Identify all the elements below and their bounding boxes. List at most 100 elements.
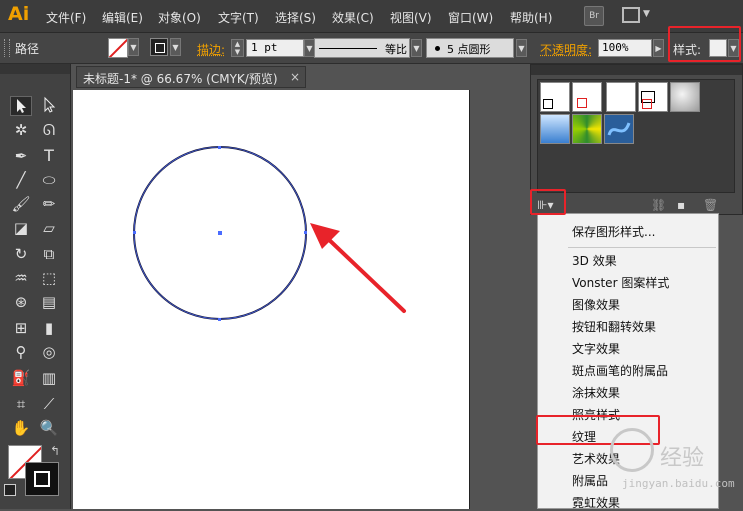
menu-item-text-effects[interactable]: 文字效果	[572, 340, 620, 357]
tools-panel-header[interactable]	[0, 64, 70, 74]
fill-color-swatch[interactable]	[108, 38, 128, 58]
menu-object[interactable]: 对象(O)	[158, 9, 201, 26]
swap-fill-stroke-icon[interactable]: ↰	[50, 444, 60, 458]
style-swatch-green-pattern[interactable]	[572, 114, 602, 144]
workspace-switcher-icon[interactable]	[622, 7, 640, 23]
style-swatch-outline[interactable]	[638, 82, 668, 112]
styles-swatch-area	[537, 79, 735, 193]
brush-label: 5 点圆形	[447, 43, 491, 56]
menu-item-additive[interactable]: 附属品	[572, 472, 608, 489]
break-link-icon[interactable]: ⛓	[651, 198, 666, 212]
panel-grip-icon[interactable]	[4, 39, 10, 57]
stroke-dropdown-arrow[interactable]: ▼	[170, 38, 181, 56]
perspective-grid-tool-icon[interactable]: ▤	[38, 292, 60, 312]
opacity-panel-link[interactable]: 不透明度:	[540, 41, 592, 58]
watermark-text: 经验	[660, 446, 705, 471]
column-graph-tool-icon[interactable]: ▥	[38, 368, 60, 388]
blend-tool-icon[interactable]: ◎	[38, 342, 60, 362]
magic-wand-tool-icon[interactable]: ✲	[10, 120, 32, 140]
panel-header[interactable]	[531, 65, 742, 75]
warp-tool-icon[interactable]: ♒	[10, 268, 32, 288]
stroke-weight-input[interactable]: 1 pt	[246, 39, 304, 57]
mesh-tool-icon[interactable]: ⊞	[10, 318, 32, 338]
menu-file[interactable]: 文件(F)	[46, 9, 86, 26]
trash-icon[interactable]: 🗑	[703, 198, 718, 212]
scale-tool-icon[interactable]: ⧉	[38, 244, 60, 264]
menu-type[interactable]: 文字(T)	[218, 9, 259, 26]
selection-tool-icon[interactable]	[10, 96, 32, 116]
blob-brush-tool-icon[interactable]: ◪	[10, 218, 32, 238]
menu-window[interactable]: 窗口(W)	[448, 9, 493, 26]
free-transform-tool-icon[interactable]: ⬚	[38, 268, 60, 288]
symbol-sprayer-tool-icon[interactable]: ⛽	[10, 368, 32, 388]
chevron-down-icon[interactable]: ▼	[643, 9, 650, 19]
app-logo: Ai	[8, 3, 30, 25]
brush-dot-icon	[435, 46, 440, 51]
direct-selection-tool-icon[interactable]	[38, 96, 60, 116]
watermark-url: jingyan.baidu.com	[622, 477, 735, 490]
highlight-library-button	[530, 189, 566, 215]
style-swatch-gray-gradient[interactable]	[670, 82, 700, 112]
close-icon[interactable]: ×	[290, 70, 300, 84]
style-swatch-none[interactable]	[572, 82, 602, 112]
style-swatch-default[interactable]	[540, 82, 570, 112]
menu-view[interactable]: 视图(V)	[390, 9, 432, 26]
profile-label: 等比	[385, 43, 407, 56]
menu-item-save-style[interactable]: 保存图形样式...	[572, 223, 655, 240]
menu-item-buttons[interactable]: 按钮和翻转效果	[572, 318, 656, 335]
menu-item-scribble[interactable]: 涂抹效果	[572, 384, 620, 401]
stroke-weight-stepper[interactable]: ▲ ▼	[231, 39, 244, 57]
profile-dropdown-arrow[interactable]: ▼	[411, 39, 422, 57]
default-colors-icon[interactable]	[4, 484, 16, 496]
opacity-input[interactable]: 100%	[598, 39, 652, 57]
type-tool-icon[interactable]: T	[38, 146, 60, 166]
anchor-top	[218, 146, 221, 149]
menu-item-neon[interactable]: 霓虹效果	[572, 494, 620, 511]
stroke-color-swatch[interactable]	[150, 38, 168, 56]
menu-item-image-effects[interactable]: 图像效果	[572, 296, 620, 313]
baidu-paw-icon	[610, 428, 654, 472]
style-swatch-white[interactable]	[606, 82, 636, 112]
menu-effect[interactable]: 效果(C)	[332, 9, 374, 26]
lasso-tool-icon[interactable]: ᘏ	[38, 120, 60, 140]
style-swatch-blue-pattern[interactable]	[604, 114, 634, 144]
artboard-tool-icon[interactable]: ⌗	[10, 394, 32, 414]
fill-dropdown-arrow[interactable]: ▼	[128, 38, 139, 56]
control-bar: 路径 ▼ ▼ 描边: ▲ ▼ 1 pt ▼ 等比 ▼ 5 点圆形 ▼ 不透明度: …	[0, 33, 743, 64]
stroke-panel-link[interactable]: 描边:	[197, 41, 225, 58]
new-style-icon[interactable]: ▪	[677, 198, 685, 212]
menu-item-blob-brush[interactable]: 斑点画笔的附属品	[572, 362, 668, 379]
document-tab[interactable]: 未标题-1* @ 66.67% (CMYK/预览) ×	[76, 66, 306, 88]
tools-panel: ✲ ᘏ ✒ T ╱ ⬭ 🖌 ✏ ◪ ▱ ↻ ⧉ ♒ ⬚ ⊛ ▤ ⊞ ▮ ⚲ ◎ …	[0, 64, 71, 509]
rotate-tool-icon[interactable]: ↻	[10, 244, 32, 264]
document-title: 未标题-1* @ 66.67% (CMYK/预览)	[83, 72, 278, 86]
menu-help[interactable]: 帮助(H)	[510, 9, 552, 26]
eyedropper-tool-icon[interactable]: ⚲	[10, 342, 32, 362]
eraser-tool-icon[interactable]: ▱	[38, 218, 60, 238]
pen-tool-icon[interactable]: ✒	[10, 146, 32, 166]
menu-bar: Ai 文件(F) 编辑(E) 对象(O) 文字(T) 选择(S) 效果(C) 视…	[0, 0, 743, 33]
menu-select[interactable]: 选择(S)	[275, 9, 316, 26]
slice-tool-icon[interactable]: ⟋	[38, 394, 60, 414]
menu-item-3d[interactable]: 3D 效果	[572, 252, 617, 269]
bridge-button[interactable]: Br	[584, 6, 604, 26]
pencil-tool-icon[interactable]: ✏	[38, 194, 60, 214]
opacity-dropdown-arrow[interactable]: ▶	[653, 39, 664, 57]
gradient-tool-icon[interactable]: ▮	[38, 318, 60, 338]
center-point	[218, 231, 222, 235]
brush-definition-select[interactable]: 5 点圆形	[426, 38, 514, 58]
menu-item-vonster[interactable]: Vonster 图案样式	[572, 274, 669, 291]
hand-tool-icon[interactable]: ✋	[10, 418, 32, 438]
shape-builder-tool-icon[interactable]: ⊛	[10, 292, 32, 312]
zoom-tool-icon[interactable]: 🔍	[38, 418, 60, 438]
menu-edit[interactable]: 编辑(E)	[102, 9, 143, 26]
style-swatch-blue-gradient[interactable]	[540, 114, 570, 144]
stroke-indicator[interactable]	[25, 462, 59, 496]
menu-separator	[568, 247, 716, 248]
annotation-arrow	[310, 223, 406, 313]
line-tool-icon[interactable]: ╱	[10, 170, 32, 190]
brush-dropdown-arrow[interactable]: ▼	[516, 39, 527, 57]
paintbrush-tool-icon[interactable]: 🖌	[10, 194, 32, 214]
variable-width-profile-select[interactable]: 等比	[314, 38, 410, 58]
ellipse-tool-icon[interactable]: ⬭	[38, 170, 60, 190]
